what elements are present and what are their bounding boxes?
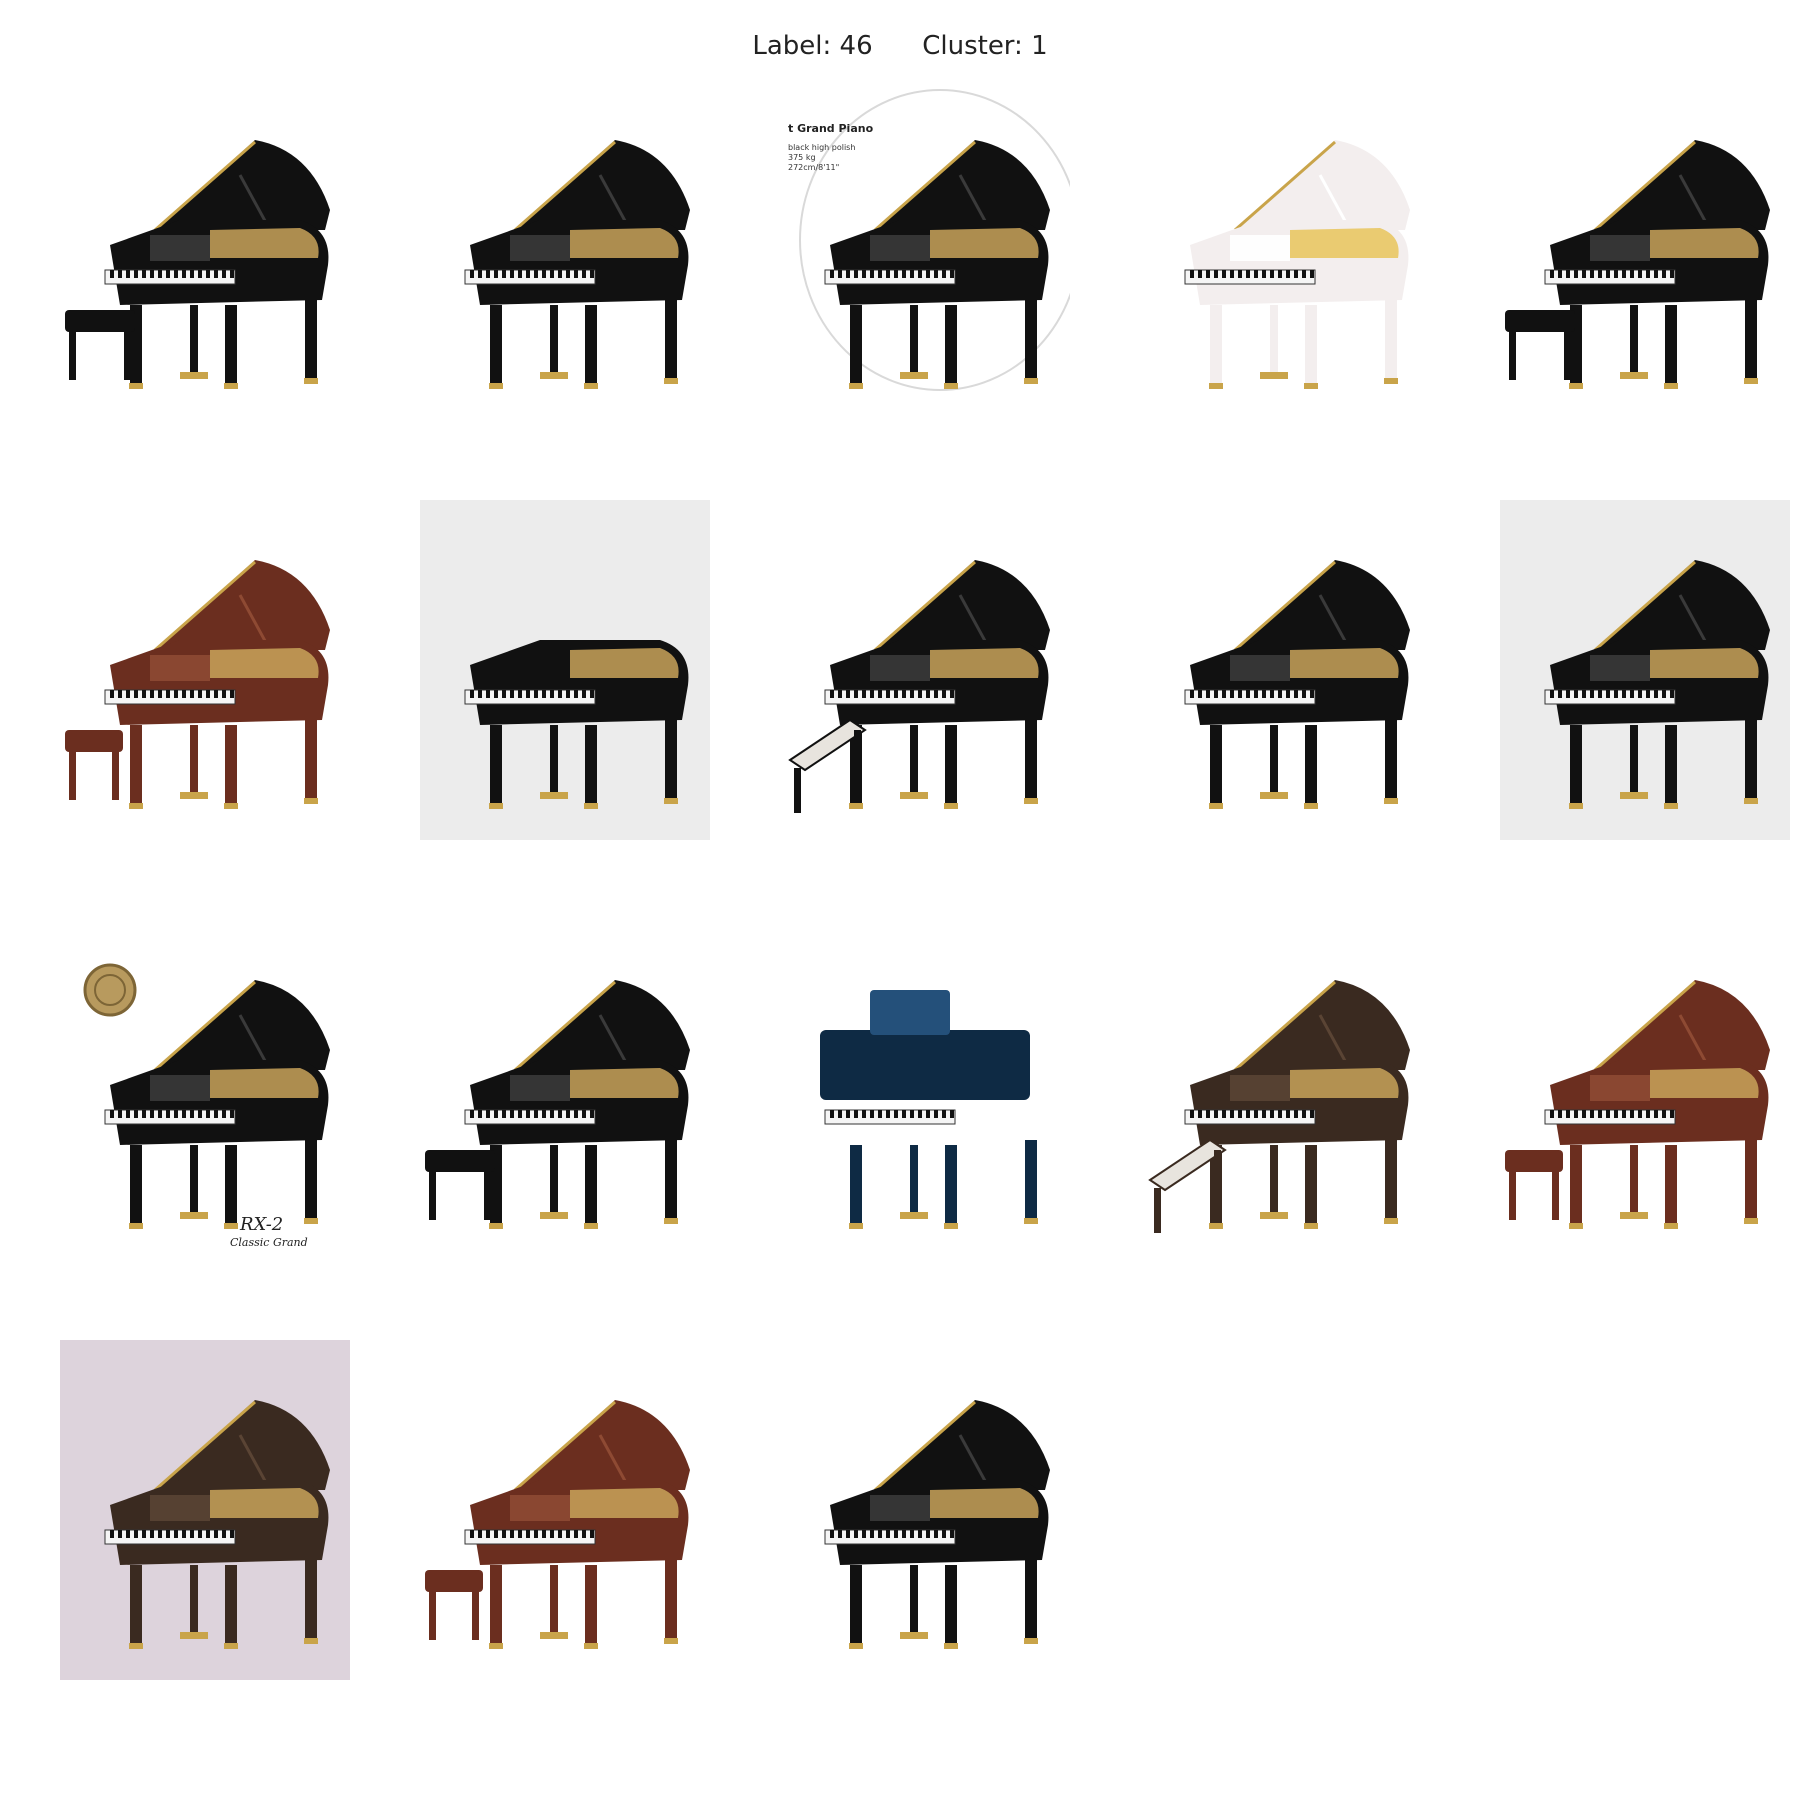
label-value: 46 (839, 31, 873, 61)
piano-image: RX-2 Classic Grand (60, 920, 350, 1260)
cluster-prefix: Cluster: (922, 31, 1023, 61)
piano-image (60, 1340, 350, 1680)
figure-title: Label: 46 Cluster: 1 (0, 28, 1800, 64)
piano-image (780, 920, 1070, 1260)
piano-image (1500, 80, 1790, 420)
caption-line: black high polish (788, 143, 855, 152)
piano-image (1140, 80, 1430, 420)
piano-image (420, 920, 710, 1260)
caption-line: t Grand Piano (788, 122, 874, 135)
cluster-value: 1 (1031, 31, 1048, 61)
caption-line: RX-2 (239, 1214, 283, 1235)
piano-image (1500, 920, 1790, 1260)
piano-image (60, 500, 350, 840)
label-prefix: Label: (752, 31, 832, 61)
piano-image (780, 1340, 1070, 1680)
piano-image (1140, 920, 1430, 1260)
piano-image (60, 80, 350, 420)
caption-line: 272cm/8'11" (788, 163, 839, 172)
caption-line: Classic Grand (230, 1236, 308, 1249)
piano-image (420, 1340, 710, 1680)
caption-line: 375 kg (788, 153, 816, 162)
piano-image: t Grand Piano black high polish 375 kg 272c… (780, 80, 1070, 420)
piano-image (1500, 500, 1790, 840)
piano-image (420, 80, 710, 420)
piano-image (1140, 500, 1430, 840)
piano-image (780, 500, 1070, 840)
piano-image (420, 500, 710, 840)
